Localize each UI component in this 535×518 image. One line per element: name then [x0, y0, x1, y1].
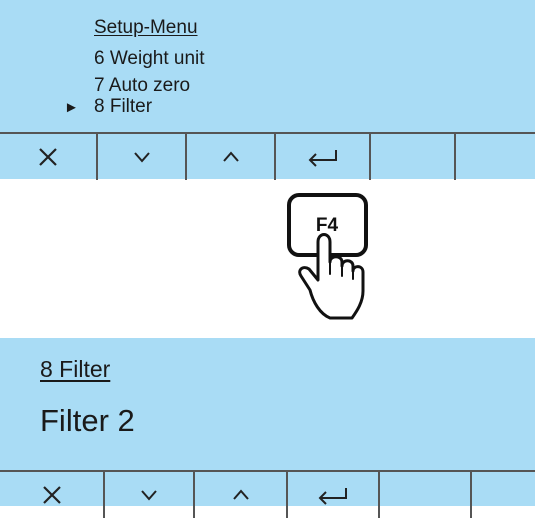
softkey-down-button[interactable]: [105, 472, 195, 518]
menu-title: Setup-Menu: [94, 17, 198, 38]
softkey-cancel-button[interactable]: [0, 472, 105, 518]
lcd-display-menu: Setup-Menu 6 Weight unit 7 Auto zero ► 8…: [0, 0, 535, 180]
selection-cursor-icon: ►: [64, 99, 79, 116]
softkey-blank-5[interactable]: [380, 472, 472, 518]
lcd-display-filter: 8 Filter Filter 2: [0, 338, 535, 518]
chevron-down-icon: [141, 490, 157, 501]
chevron-up-icon: [222, 151, 239, 162]
softkey-blank-5[interactable]: [371, 134, 456, 180]
softkey-blank-6[interactable]: [472, 472, 535, 518]
key-press-illustration: F4: [270, 188, 390, 328]
softkey-enter-button[interactable]: [288, 472, 380, 518]
softkey-bar: [0, 470, 535, 518]
parameter-title: 8 Filter: [40, 356, 111, 382]
softkey-blank-6[interactable]: [456, 134, 535, 180]
chevron-down-icon: [133, 152, 150, 163]
enter-icon: [318, 488, 347, 505]
softkey-down-button[interactable]: [98, 134, 187, 180]
menu-item-auto-zero[interactable]: 7 Auto zero: [94, 76, 190, 96]
parameter-value: Filter 2: [40, 403, 135, 438]
softkey-bar: [0, 132, 535, 180]
f4-key-icon[interactable]: F4: [270, 188, 390, 328]
chevron-up-icon: [232, 489, 249, 500]
softkey-cancel-button[interactable]: [0, 134, 98, 180]
f4-key-label: F4: [316, 215, 339, 236]
softkey-up-button[interactable]: [187, 134, 276, 180]
enter-icon: [308, 150, 337, 167]
softkey-enter-button[interactable]: [276, 134, 371, 180]
softkey-up-button[interactable]: [195, 472, 288, 518]
menu-item-filter[interactable]: 8 Filter: [94, 97, 152, 117]
menu-item-weight-unit[interactable]: 6 Weight unit: [94, 49, 205, 69]
close-icon: [39, 148, 57, 166]
close-icon: [42, 486, 61, 504]
